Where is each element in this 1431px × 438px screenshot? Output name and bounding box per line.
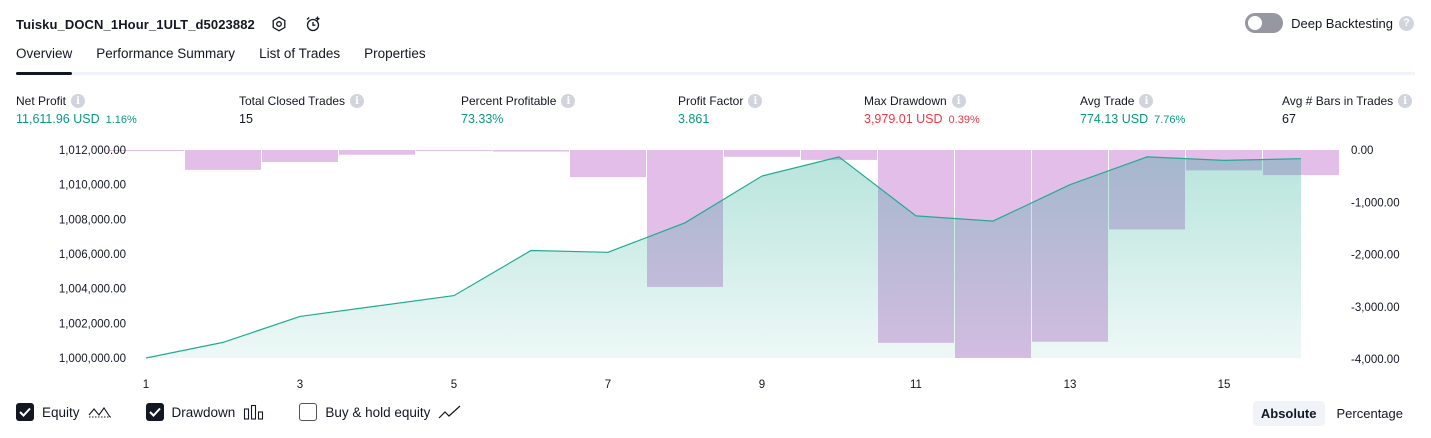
- x-axis-tick: 11: [910, 379, 922, 391]
- info-icon[interactable]: i: [561, 94, 576, 108]
- drawdown-bar: [724, 150, 800, 157]
- left-axis-tick: 1,000,000.00: [59, 353, 126, 365]
- strategy-header: Tuisku_DOCN_1Hour_1ULT_d5023882: [16, 12, 323, 36]
- x-axis-tick: 13: [1064, 379, 1077, 391]
- buy-hold-line-icon: [438, 404, 462, 420]
- legend-label: Equity: [42, 404, 80, 420]
- stat-avg-bars-in-trades: Avg # Bars in Trades i 67: [1282, 93, 1413, 126]
- left-axis-tick: 1,008,000.00: [59, 214, 126, 226]
- settings-icon[interactable]: [269, 14, 289, 34]
- stat-value: 3,979.01 USD: [864, 112, 943, 126]
- left-axis-tick: 1,012,000.00: [59, 145, 126, 157]
- info-icon[interactable]: i: [350, 94, 365, 108]
- info-icon[interactable]: i: [951, 94, 966, 108]
- stat-label: Avg # Bars in Trades: [1282, 94, 1394, 108]
- info-icon[interactable]: i: [1398, 94, 1413, 108]
- percentage-button[interactable]: Percentage: [1329, 401, 1412, 426]
- stat-value: 11,611.96 USD: [16, 112, 100, 126]
- stat-label: Percent Profitable: [461, 94, 557, 108]
- x-axis-tick: 5: [451, 379, 457, 391]
- legend-label: Drawdown: [171, 404, 236, 420]
- help-icon[interactable]: ?: [1399, 15, 1414, 31]
- x-axis-tick: 7: [605, 379, 611, 391]
- tab-bar: Overview Performance Summary List of Tra…: [16, 46, 1415, 75]
- stat-subvalue: 1.16%: [105, 114, 137, 126]
- x-axis-tick: 15: [1218, 379, 1231, 391]
- deep-backtesting-toggle[interactable]: [1245, 13, 1284, 33]
- stat-value: 774.13 USD: [1080, 112, 1149, 126]
- deep-backtesting: Deep Backtesting ?: [1245, 13, 1414, 33]
- info-icon[interactable]: i: [1139, 94, 1154, 108]
- stat-percent-profitable: Percent Profitable i 73.33%: [461, 93, 576, 126]
- stat-label: Avg Trade: [1080, 94, 1135, 108]
- x-axis: 1 3 5 7 9 11 13 15: [143, 379, 1231, 391]
- buy-hold-checkbox[interactable]: [299, 403, 318, 421]
- legend-drawdown[interactable]: Drawdown: [145, 403, 266, 421]
- stat-value: 73.33%: [461, 112, 504, 126]
- toggle-knob: [1248, 16, 1263, 30]
- deep-backtesting-label: Deep Backtesting: [1291, 15, 1393, 31]
- chart-legend: Equity Drawdown Buy & hold equity: [16, 403, 496, 421]
- legend-equity[interactable]: Equity: [16, 403, 112, 421]
- tab-list-of-trades[interactable]: List of Trades: [259, 46, 340, 72]
- tab-overview[interactable]: Overview: [16, 46, 73, 75]
- drawdown-checkbox[interactable]: [145, 403, 164, 421]
- strategy-title: Tuisku_DOCN_1Hour_1ULT_d5023882: [16, 16, 255, 32]
- stat-net-profit: Net Profit i 11,611.96 USD 1.16%: [16, 93, 137, 126]
- add-alert-icon[interactable]: [303, 14, 323, 34]
- right-axis-tick: -3,000.00: [1351, 302, 1400, 314]
- right-axis-tick: -1,000.00: [1351, 197, 1400, 209]
- stat-label: Total Closed Trades: [239, 94, 346, 108]
- stat-label: Profit Factor: [678, 94, 744, 108]
- stat-total-closed-trades: Total Closed Trades i 15: [239, 93, 365, 126]
- x-axis-tick: 1: [143, 379, 149, 391]
- stat-label: Max Drawdown: [864, 94, 947, 108]
- stat-subvalue: 0.39%: [948, 114, 980, 126]
- absolute-button[interactable]: Absolute: [1252, 401, 1325, 426]
- left-axis-tick: 1,010,000.00: [59, 180, 126, 192]
- stat-subvalue: 7.76%: [1154, 114, 1186, 126]
- stat-avg-trade: Avg Trade i 774.13 USD 7.76%: [1080, 93, 1185, 126]
- drawdown-bar: [339, 150, 415, 155]
- x-axis-tick: 3: [297, 379, 303, 391]
- left-axis-tick: 1,004,000.00: [59, 284, 126, 296]
- right-axis-tick: -4,000.00: [1351, 354, 1400, 366]
- equity-area: [146, 156, 1301, 358]
- drawdown-bars-icon: [243, 404, 265, 420]
- legend-buy-hold-equity[interactable]: Buy & hold equity: [299, 403, 462, 421]
- drawdown-bar: [262, 150, 338, 163]
- legend-label: Buy & hold equity: [325, 404, 431, 420]
- drawdown-bar: [493, 150, 569, 152]
- right-axis: 0.00 -1,000.00 -2,000.00 -3,000.00 -4,000.00: [1351, 145, 1400, 366]
- tab-performance-summary[interactable]: Performance Summary: [96, 46, 235, 72]
- right-axis-tick: -2,000.00: [1351, 250, 1400, 262]
- right-axis-tick: 0.00: [1351, 145, 1373, 157]
- stat-value: 3.861: [678, 112, 710, 126]
- drawdown-bar: [185, 150, 261, 170]
- equity-drawdown-chart[interactable]: 1,012,000.00 1,010,000.00 1,008,000.00 1,00…: [0, 138, 1431, 394]
- x-axis-tick: 9: [759, 379, 765, 391]
- stats-row: Net Profit i 11,611.96 USD 1.16% Total Clo…: [0, 93, 1431, 133]
- drawdown-bar: [416, 150, 492, 151]
- tab-properties[interactable]: Properties: [364, 46, 426, 72]
- stat-profit-factor: Profit Factor i 3.861: [678, 93, 763, 126]
- stat-value: 15: [239, 112, 253, 126]
- value-mode-switch: Absolute Percentage: [1249, 401, 1411, 426]
- equity-checkbox[interactable]: [16, 403, 34, 421]
- stat-max-drawdown: Max Drawdown i 3,979.01 USD 0.39%: [864, 93, 980, 126]
- left-axis-tick: 1,002,000.00: [59, 318, 126, 330]
- stat-label: Net Profit: [16, 94, 67, 108]
- info-icon[interactable]: i: [71, 94, 86, 108]
- left-axis-tick: 1,006,000.00: [59, 249, 126, 261]
- stat-value: 67: [1282, 112, 1296, 126]
- info-icon[interactable]: i: [748, 94, 763, 108]
- left-axis: 1,012,000.00 1,010,000.00 1,008,000.00 1,00…: [59, 145, 126, 365]
- equity-line-icon: [88, 404, 112, 420]
- drawdown-bar: [570, 150, 646, 178]
